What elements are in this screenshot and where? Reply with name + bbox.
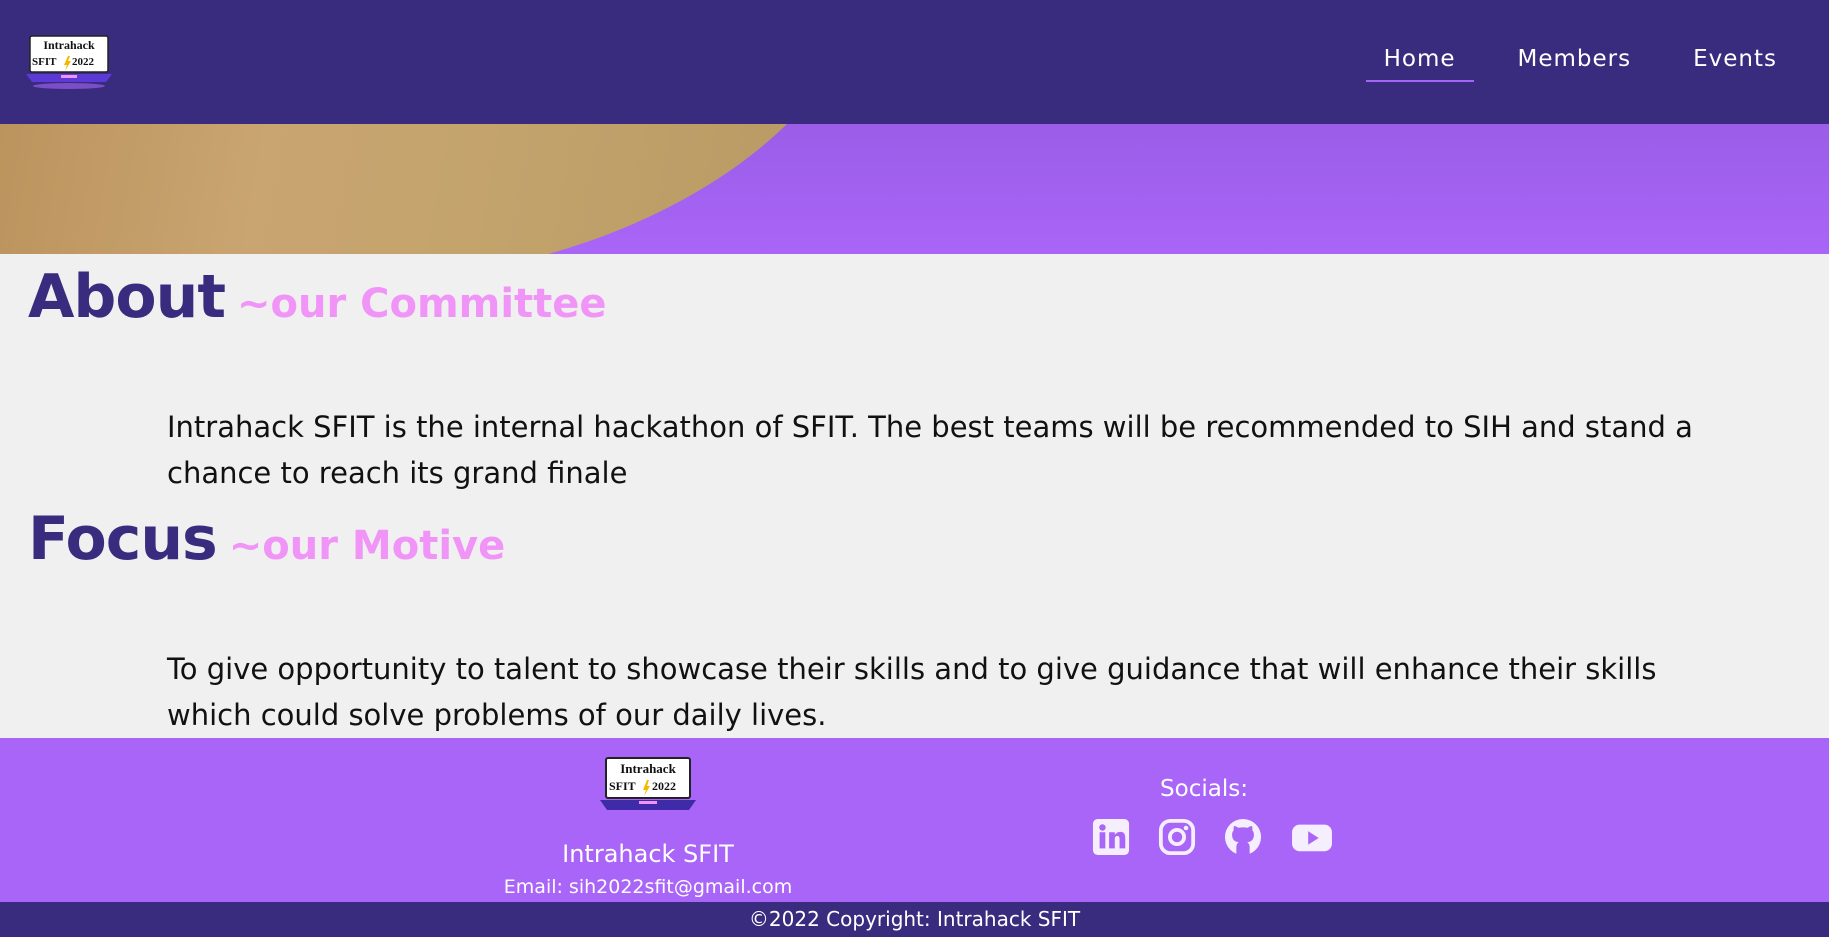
focus-title: Focus: [28, 504, 218, 574]
svg-text:Intrahack: Intrahack: [43, 38, 95, 52]
about-subtitle: ~our Committee: [237, 281, 607, 327]
focus-heading: Focus ~our Motive: [28, 504, 505, 574]
nav-events-link[interactable]: Events: [1675, 46, 1795, 82]
footer: Intrahack SFIT 2022 Intrahack SFIT Email…: [0, 738, 1829, 902]
youtube-icon[interactable]: [1290, 818, 1334, 856]
instagram-icon[interactable]: [1158, 818, 1196, 856]
focus-subtitle: ~our Motive: [228, 523, 506, 569]
laptop-logo-icon: Intrahack SFIT 2022: [600, 757, 696, 810]
nav-members-link[interactable]: Members: [1500, 46, 1650, 82]
about-heading: About ~our Committee: [28, 262, 607, 332]
about-text: Intrahack SFIT is the internal hackathon…: [167, 410, 1693, 490]
hero-banner: [0, 124, 1829, 254]
svg-text:SFIT: SFIT: [609, 779, 636, 793]
main-content: About ~our Committee Intrahack SFIT is t…: [0, 254, 1829, 738]
hero-image: [0, 124, 880, 254]
footer-logo: Intrahack SFIT 2022: [600, 756, 696, 818]
main-nav: Home Members Events: [1340, 46, 1795, 82]
nav-home-link[interactable]: Home: [1365, 46, 1474, 82]
laptop-logo-icon: Intrahack SFIT 2022: [26, 35, 112, 89]
svg-text:SFIT: SFIT: [32, 56, 57, 68]
socials-title: Socials:: [1160, 776, 1248, 802]
navbar: Intrahack SFIT 2022 Home Members Events: [0, 0, 1829, 124]
social-links: [1092, 818, 1334, 856]
svg-text:2022: 2022: [72, 56, 95, 68]
about-title: About: [28, 262, 226, 332]
linkedin-icon[interactable]: [1092, 818, 1130, 856]
footer-org-name: Intrahack SFIT: [562, 840, 734, 868]
footer-email[interactable]: Email: sih2022sfit@gmail.com: [470, 876, 826, 898]
svg-text:2022: 2022: [652, 779, 676, 793]
focus-text: To give opportunity to talent to showcas…: [167, 652, 1657, 732]
github-icon[interactable]: [1224, 818, 1262, 856]
svg-text:Intrahack: Intrahack: [620, 761, 676, 776]
brand-logo[interactable]: Intrahack SFIT 2022: [26, 34, 112, 92]
copyright-bar: ©2022 Copyright: Intrahack SFIT: [0, 902, 1829, 937]
